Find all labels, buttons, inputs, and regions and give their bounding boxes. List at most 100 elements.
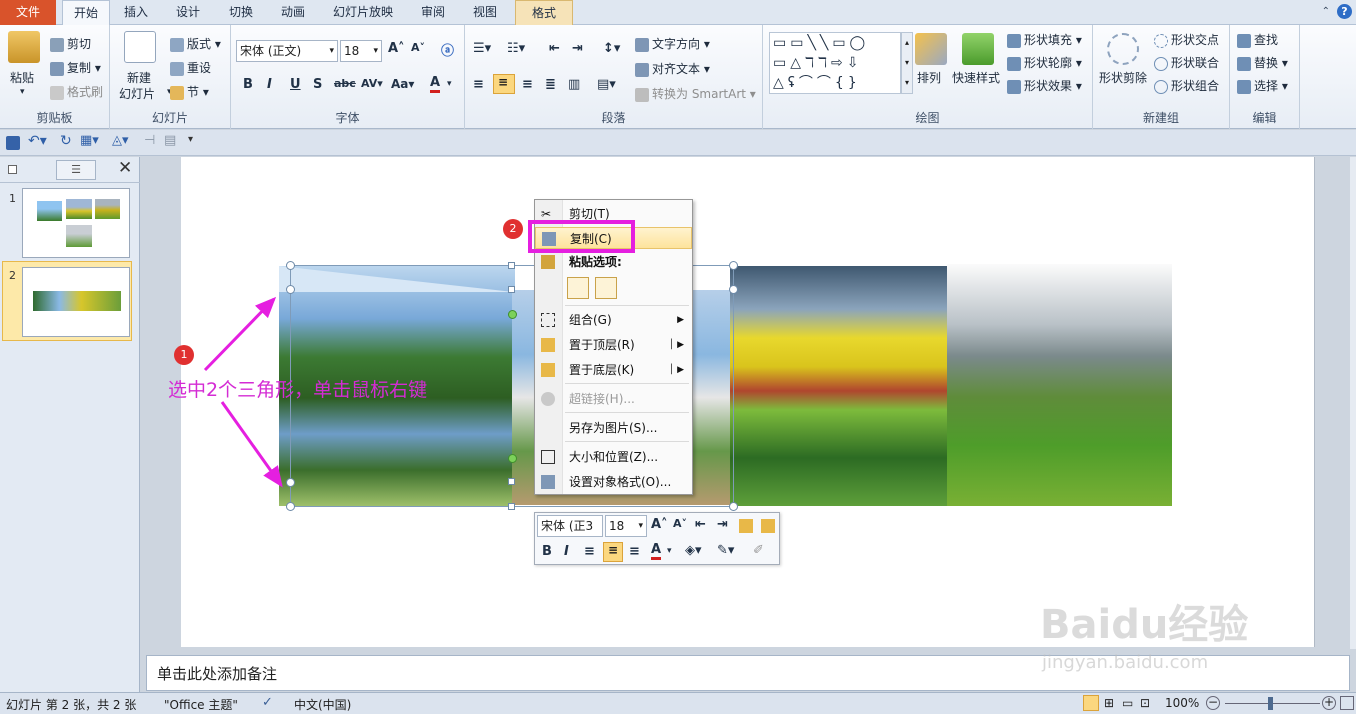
font-name-combo[interactable]: 宋体 (正文) ▾ [236, 40, 338, 62]
font-size-combo[interactable]: 18 ▾ [340, 40, 382, 62]
columns-icon[interactable]: ▤▾ [597, 77, 616, 92]
paste-dropdown-icon[interactable]: ▾ [20, 87, 25, 97]
replace-button[interactable]: 替换 ▾ [1237, 54, 1288, 71]
save-icon[interactable] [6, 136, 20, 150]
mini-font-combo[interactable]: 宋体 (正3 [537, 515, 603, 537]
qat-customize-icon[interactable]: ▾ [188, 134, 193, 145]
mini-shrink-font-icon[interactable]: A˅ [673, 517, 687, 530]
vertical-scrollbar[interactable] [1350, 157, 1356, 649]
line-spacing-icon[interactable]: ↕▾ [603, 41, 620, 56]
resize-handle[interactable] [729, 261, 738, 270]
mini-grow-font-icon[interactable]: A˄ [651, 517, 668, 532]
rotate-handle[interactable] [508, 310, 517, 319]
landscape-picture-4[interactable] [947, 264, 1172, 506]
spellcheck-icon[interactable]: ✓ [262, 695, 273, 710]
numbering-icon[interactable]: ☷▾ [507, 41, 525, 56]
status-language[interactable]: 中文(中国) [294, 696, 351, 713]
mini-shape-outline-icon[interactable]: ✎▾ [717, 543, 734, 558]
tab-file[interactable]: 文件 [0, 0, 56, 25]
mini-decrease-indent-icon[interactable]: ⇤ [695, 517, 706, 532]
shape-outline-button[interactable]: 形状轮廓 ▾ [1007, 54, 1082, 71]
zoom-level[interactable]: 100% [1165, 696, 1199, 710]
tab-transitions[interactable]: 切换 [219, 0, 263, 25]
shape-intersect-button[interactable]: 形状交点 [1154, 31, 1219, 48]
menu-item-save-picture[interactable]: 另存为图片(S)... [535, 417, 692, 439]
new-slide-label-2[interactable]: 幻灯片 [119, 85, 155, 102]
align-center-icon[interactable]: ≡ [493, 74, 515, 94]
shadow-icon[interactable]: S [313, 77, 322, 92]
justify-icon[interactable]: ≣ [545, 77, 556, 92]
bold-icon[interactable]: B [243, 77, 253, 92]
font-color-dropdown-icon[interactable]: ▾ [447, 79, 452, 89]
mini-font-color-icon[interactable]: A [651, 542, 662, 560]
slideshow-view-icon[interactable]: ⊡ [1140, 696, 1150, 710]
align-left-icon[interactable]: ≡ [473, 77, 484, 92]
underline-icon[interactable]: U [290, 77, 301, 92]
shapes-gallery[interactable]: ▭▭╲╲▭◯ ▭△ℸℸ⇨⇩ △ʢ⌒⌒{} [769, 32, 901, 94]
shape-cut-button[interactable]: 形状剪除 [1099, 69, 1147, 86]
shape-effects-button[interactable]: 形状效果 ▾ [1007, 77, 1082, 94]
mini-increase-indent-icon[interactable]: ⇥ [717, 517, 728, 532]
new-slide-icon[interactable] [124, 31, 156, 63]
menu-item-bring-front[interactable]: 置于顶层(R) │ ▶ [535, 334, 692, 356]
fit-slide-icon[interactable] [1340, 696, 1354, 710]
shape-union-button[interactable]: 形状联合 [1154, 54, 1219, 71]
text-direction-button[interactable]: 文字方向 ▾ [635, 35, 710, 52]
align-right-icon[interactable]: ≡ [522, 77, 533, 92]
mini-font-color-dropdown-icon[interactable]: ▾ [667, 546, 672, 556]
mini-align-right-icon[interactable]: ≡ [629, 544, 640, 559]
tab-slideshow[interactable]: 幻灯片放映 [325, 0, 401, 25]
format-painter-button[interactable]: 格式刷 [50, 83, 103, 100]
mini-align-left-icon[interactable]: ≡ [584, 544, 595, 559]
char-spacing-icon[interactable]: AV▾ [361, 77, 383, 90]
reset-button[interactable]: 重设 [170, 59, 211, 76]
landscape-picture-3[interactable] [730, 266, 947, 506]
paste-as-picture-icon[interactable] [595, 277, 617, 299]
close-pane-icon[interactable]: ✕ [118, 158, 132, 178]
shapes-gallery-scroll[interactable]: ▴ ▾ ▾ [901, 32, 913, 94]
resize-handle[interactable] [508, 262, 515, 269]
increase-indent-icon[interactable]: ⇥ [572, 41, 583, 56]
layout-button[interactable]: 版式 ▾ [170, 35, 221, 52]
change-case-icon[interactable]: Aa▾ [391, 77, 414, 91]
ribbon-minimize-icon[interactable]: ⌃ [1322, 6, 1330, 17]
mini-shape-fill-icon[interactable]: ◈▾ [685, 543, 702, 558]
mini-send-back-icon[interactable] [761, 519, 775, 533]
italic-icon[interactable]: I [267, 77, 272, 92]
rotate-handle[interactable] [508, 454, 517, 463]
font-color-icon[interactable]: A [430, 75, 441, 93]
slides-tab-icon[interactable] [8, 165, 17, 174]
quick-styles-button[interactable]: 快速样式 [952, 69, 1000, 86]
tab-view[interactable]: 视图 [465, 0, 505, 25]
tab-design[interactable]: 设计 [166, 0, 210, 25]
quick-styles-icon[interactable] [962, 33, 994, 65]
tab-format[interactable]: 格式 [515, 0, 573, 25]
arrange-icon[interactable] [915, 33, 947, 65]
menu-item-group[interactable]: 组合(G) ▶ [535, 309, 692, 331]
resize-handle[interactable] [286, 502, 295, 511]
shape-combine-button[interactable]: 形状组合 [1154, 77, 1219, 94]
mini-format-painter-icon[interactable]: ✐ [753, 543, 764, 558]
resize-handle[interactable] [286, 478, 295, 487]
slide-sorter-icon[interactable]: ⊞ [1104, 696, 1114, 710]
reading-view-icon[interactable]: ▭ [1122, 696, 1133, 710]
mini-italic-icon[interactable]: I [564, 544, 569, 559]
new-slide-label-1[interactable]: 新建 [127, 69, 151, 86]
slide-thumbnail-1[interactable] [22, 188, 130, 258]
help-icon[interactable]: ? [1337, 4, 1352, 19]
resize-handle[interactable] [286, 261, 295, 270]
bullets-icon[interactable]: ☰▾ [473, 41, 491, 56]
tab-insert[interactable]: 插入 [114, 0, 158, 25]
undo-icon[interactable]: ↶▾ [28, 133, 47, 149]
tab-home[interactable]: 开始 [62, 0, 110, 26]
resize-handle[interactable] [508, 503, 515, 510]
menu-item-format-object[interactable]: 设置对象格式(O)... [535, 471, 692, 493]
zoom-slider-thumb[interactable] [1268, 697, 1273, 710]
mini-bold-icon[interactable]: B [542, 544, 552, 559]
find-button[interactable]: 查找 [1237, 31, 1278, 48]
zoom-in-icon[interactable]: + [1322, 696, 1336, 710]
resize-handle[interactable] [508, 478, 515, 485]
paste-button[interactable]: 粘贴 [10, 69, 34, 86]
paste-icon[interactable] [8, 31, 40, 63]
tab-review[interactable]: 审阅 [413, 0, 453, 25]
